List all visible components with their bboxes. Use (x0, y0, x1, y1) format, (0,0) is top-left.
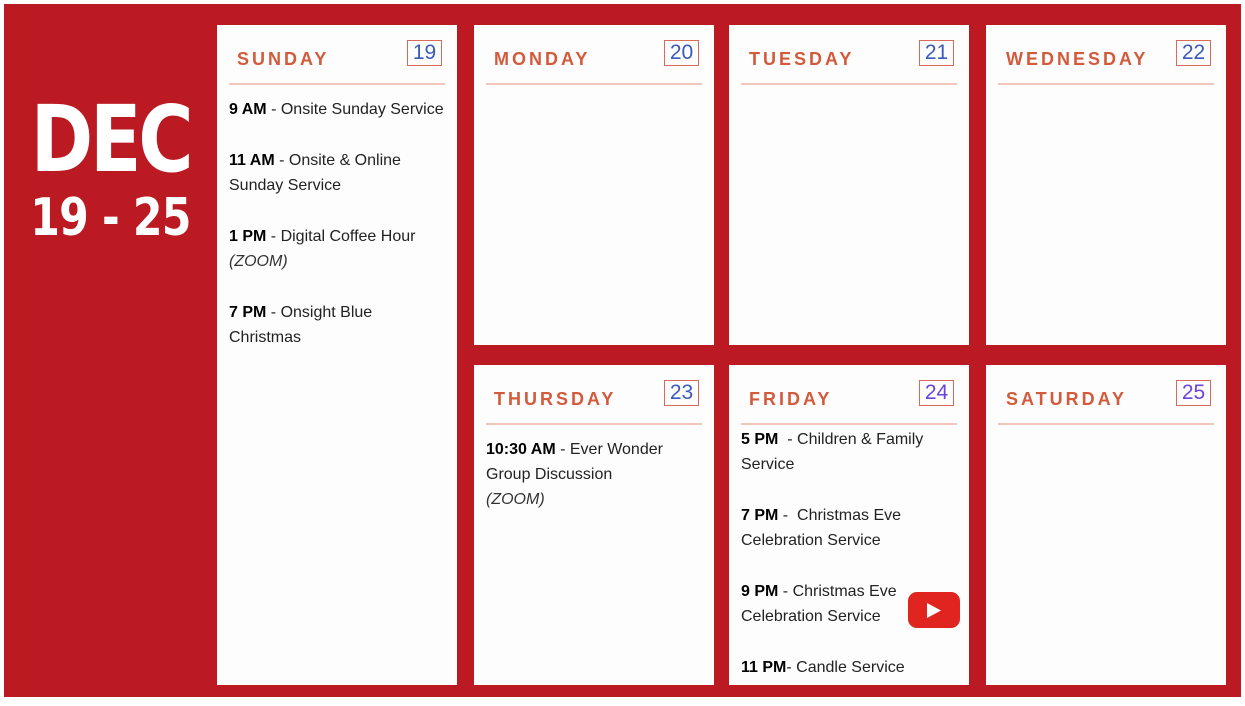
day-number: 22 (1176, 40, 1211, 66)
event-separator: - (266, 228, 281, 245)
event-time: 9 PM (741, 583, 779, 600)
divider (998, 423, 1214, 425)
day-card-thursday: THURSDAY 23 10:30 AM - Ever Wonder Group… (474, 365, 714, 685)
divider (741, 423, 957, 425)
event-time: 9 AM (229, 101, 267, 118)
event-note: (ZOOM) (486, 491, 545, 508)
day-card-friday: FRIDAY 24 5 PM - Children & Family Servi… (729, 365, 969, 685)
event-note: (ZOOM) (229, 253, 288, 270)
day-card-tuesday: TUESDAY 21 (729, 25, 969, 345)
event-title: Onsite Sunday Service (280, 101, 444, 118)
event-separator: - (266, 101, 281, 118)
event-separator: - (778, 583, 793, 600)
week-heading: DEC 19 - 25 (21, 86, 200, 249)
youtube-play-icon[interactable] (908, 592, 960, 628)
divider (486, 83, 702, 85)
event-item: 10:30 AM - Ever Wonder Group Discussion(… (486, 437, 704, 512)
month-label: DEC (30, 86, 194, 193)
event-list: 5 PM - Children & Family Service 7 PM - … (741, 427, 959, 706)
day-name: MONDAY (494, 49, 591, 69)
event-item: 7 PM - Onsight Blue Christmas (229, 300, 447, 350)
event-time: 7 PM (741, 507, 779, 524)
event-time: 11 AM (229, 152, 275, 169)
event-item: 1 PM - Digital Coffee Hour (ZOOM) (229, 224, 447, 274)
event-item: 5 PM - Children & Family Service (741, 427, 959, 477)
event-time: 5 PM (741, 431, 779, 448)
event-time: 7 PM (229, 304, 267, 321)
day-number: 19 (407, 40, 442, 66)
day-card-saturday: SATURDAY 25 (986, 365, 1226, 685)
day-name: THURSDAY (494, 389, 617, 409)
day-name: SATURDAY (1006, 389, 1128, 409)
event-time: 1 PM (229, 228, 267, 245)
play-triangle-icon (927, 603, 941, 618)
day-number: 23 (664, 380, 699, 406)
divider (741, 83, 957, 85)
event-title: Candle Service (796, 659, 905, 676)
day-number: 21 (919, 40, 954, 66)
event-separator: - (266, 304, 281, 321)
date-range-label: 19 - 25 (30, 188, 191, 248)
day-name: FRIDAY (749, 389, 833, 409)
day-name: WEDNESDAY (1006, 49, 1149, 69)
event-separator: - (778, 431, 798, 448)
divider (486, 423, 702, 425)
event-item: 11 PM- Candle Service (741, 655, 959, 680)
day-name: SUNDAY (237, 49, 330, 69)
day-number: 20 (664, 40, 699, 66)
event-separator: - (274, 152, 289, 169)
day-number: 25 (1176, 380, 1211, 406)
event-time: 10:30 AM (486, 441, 556, 458)
day-card-sunday: SUNDAY 19 9 AM - Onsite Sunday Service 1… (217, 25, 457, 685)
event-separator: - (778, 507, 798, 524)
day-number: 24 (919, 380, 954, 406)
event-separator: - (555, 441, 570, 458)
event-list: 10:30 AM - Ever Wonder Group Discussion(… (486, 437, 704, 538)
event-time: 11 PM (741, 659, 787, 676)
day-card-wednesday: WEDNESDAY 22 (986, 25, 1226, 345)
event-item: 11 AM - Onsite & Online Sunday Service (229, 148, 447, 198)
event-title: Digital Coffee Hour (280, 228, 416, 245)
day-card-monday: MONDAY 20 (474, 25, 714, 345)
event-separator: - (786, 659, 797, 676)
event-item: 9 AM - Onsite Sunday Service (229, 97, 447, 122)
event-item: 7 PM - Christmas Eve Celebration Service (741, 503, 959, 553)
divider (998, 83, 1214, 85)
event-list: 9 AM - Onsite Sunday Service 11 AM - Ons… (229, 97, 447, 376)
divider (229, 83, 445, 85)
day-name: TUESDAY (749, 49, 855, 69)
calendar-background: DEC 19 - 25 SUNDAY 19 9 AM - Onsite Sund… (4, 4, 1241, 697)
